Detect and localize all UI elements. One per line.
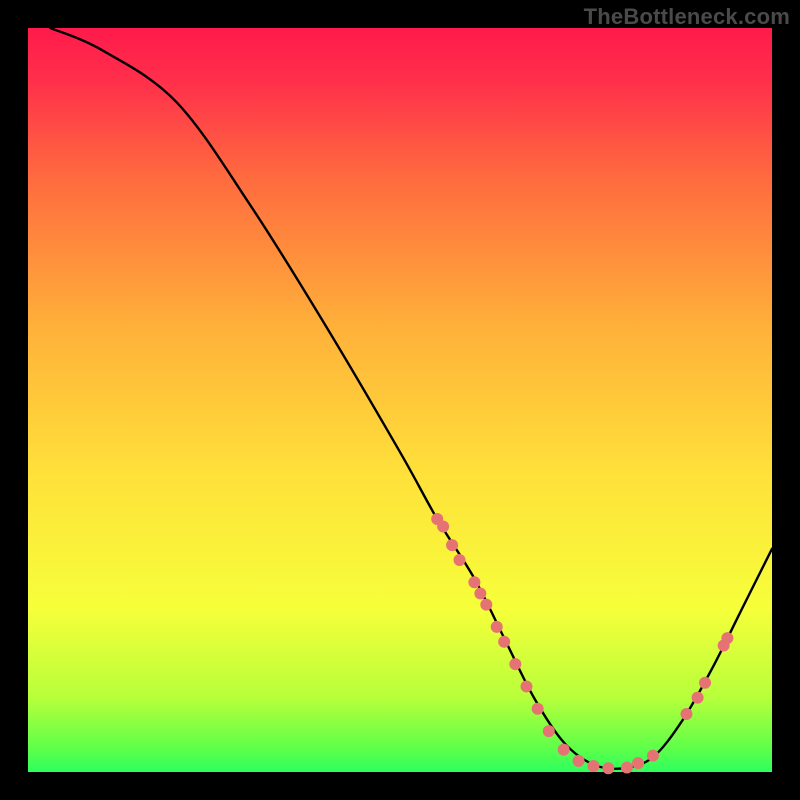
chart-stage: TheBottleneck.com — [0, 0, 800, 800]
curve-marker — [474, 587, 486, 599]
curve-marker — [454, 554, 466, 566]
curve-marker — [509, 658, 521, 670]
curve-marker — [543, 725, 555, 737]
curve-marker — [602, 762, 614, 774]
curve-marker — [532, 703, 544, 715]
curve-marker — [558, 744, 570, 756]
curve-marker — [480, 599, 492, 611]
curve-marker — [699, 677, 711, 689]
curve-marker — [632, 757, 644, 769]
curve-marker — [587, 760, 599, 772]
curve-marker — [520, 680, 532, 692]
gradient-panel — [28, 28, 772, 772]
curve-marker — [437, 520, 449, 532]
curve-marker — [692, 692, 704, 704]
curve-marker — [647, 750, 659, 762]
curve-marker — [721, 632, 733, 644]
curve-marker — [468, 576, 480, 588]
curve-marker — [621, 762, 633, 774]
curve-marker — [446, 539, 458, 551]
watermark-text: TheBottleneck.com — [584, 4, 790, 30]
curve-marker — [491, 621, 503, 633]
curve-marker — [680, 708, 692, 720]
curve-marker — [573, 755, 585, 767]
bottleneck-chart — [0, 0, 800, 800]
curve-marker — [498, 636, 510, 648]
